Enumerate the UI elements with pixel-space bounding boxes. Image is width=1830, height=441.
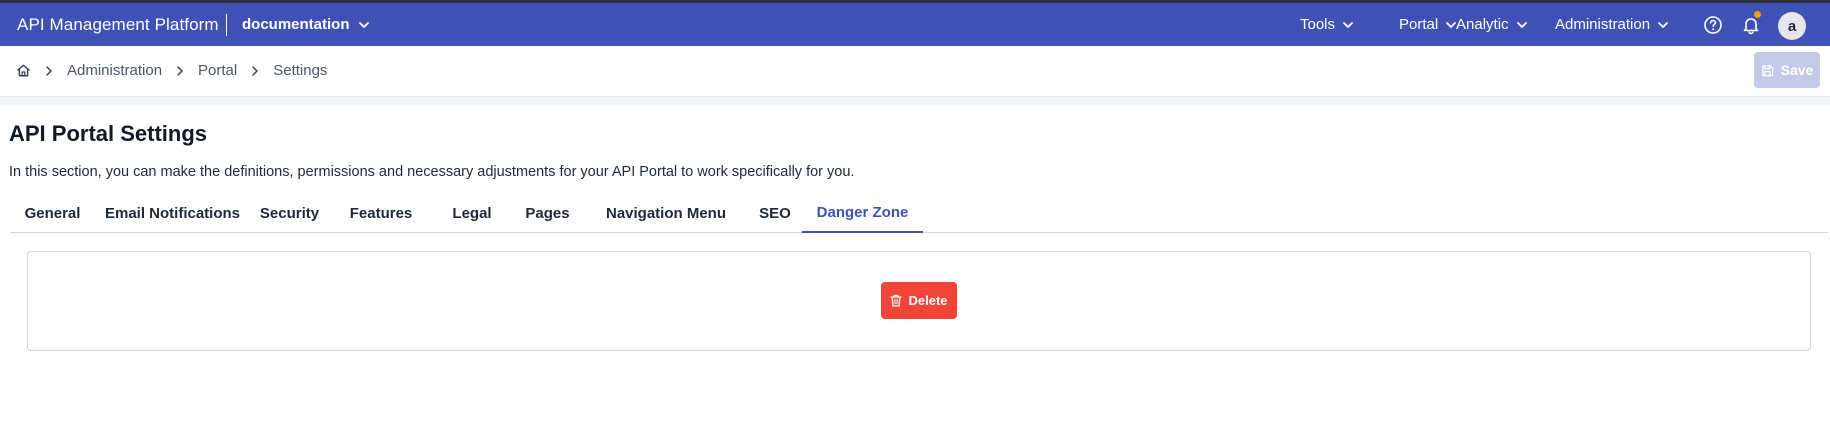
save-button[interactable]: Save — [1754, 52, 1820, 88]
help-icon[interactable] — [1703, 15, 1723, 35]
chevron-down-icon — [358, 19, 370, 31]
tab-navigation-menu[interactable]: Navigation Menu — [584, 193, 748, 233]
app-title[interactable]: API Management Platform — [17, 3, 219, 46]
tab-features[interactable]: Features — [329, 193, 433, 233]
breadcrumb-administration[interactable]: Administration — [67, 62, 162, 79]
breadcrumb: Administration Portal Settings — [16, 46, 327, 95]
save-icon — [1761, 64, 1774, 77]
header-separator — [0, 97, 1830, 105]
save-label: Save — [1780, 62, 1814, 78]
chevron-down-icon — [1657, 19, 1669, 31]
notification-dot — [1754, 11, 1761, 18]
chevron-down-icon — [1342, 19, 1354, 31]
page-title: API Portal Settings — [9, 121, 208, 146]
nav-menu-tools[interactable]: Tools — [1300, 3, 1354, 46]
chevron-right-icon — [42, 64, 56, 78]
tab-danger-zone[interactable]: Danger Zone — [802, 193, 923, 233]
tab-email-notifications[interactable]: Email Notifications — [95, 193, 250, 233]
nav-menu-label: Tools — [1300, 16, 1336, 33]
delete-label: Delete — [908, 293, 948, 308]
title-divider — [226, 14, 227, 36]
breadcrumb-bar: Administration Portal Settings Save — [0, 46, 1830, 97]
chevron-right-icon — [173, 64, 187, 78]
home-icon[interactable] — [16, 63, 31, 78]
nav-menu-analytic[interactable]: Analytic — [1456, 3, 1528, 46]
breadcrumb-settings: Settings — [273, 62, 328, 79]
chevron-down-icon — [1516, 19, 1528, 31]
nav-menu-label: Portal — [1399, 16, 1439, 33]
workspace-name: documentation — [242, 16, 350, 33]
nav-menu-label: Analytic — [1456, 16, 1509, 33]
page-description: In this section, you can make the defini… — [9, 164, 855, 180]
avatar[interactable]: a — [1778, 12, 1806, 40]
workspace-selector[interactable]: documentation — [242, 3, 370, 46]
breadcrumb-portal[interactable]: Portal — [198, 62, 237, 79]
tab-seo[interactable]: SEO — [748, 193, 802, 233]
top-navbar: API Management Platform documentation To… — [0, 0, 1830, 46]
nav-menu-administration[interactable]: Administration — [1555, 3, 1669, 46]
nav-menu-label: Administration — [1555, 16, 1651, 33]
tab-security[interactable]: Security — [250, 193, 329, 233]
tab-general[interactable]: General — [10, 193, 95, 233]
nav-menu-portal[interactable]: Portal — [1399, 3, 1457, 46]
trash-icon — [890, 294, 903, 307]
bell-icon[interactable] — [1741, 15, 1761, 35]
tab-pages[interactable]: Pages — [511, 193, 584, 233]
chevron-right-icon — [248, 64, 262, 78]
delete-button[interactable]: Delete — [881, 282, 957, 319]
tab-legal[interactable]: Legal — [433, 193, 511, 233]
settings-tabs: General Email Notifications Security Fea… — [10, 193, 1828, 233]
